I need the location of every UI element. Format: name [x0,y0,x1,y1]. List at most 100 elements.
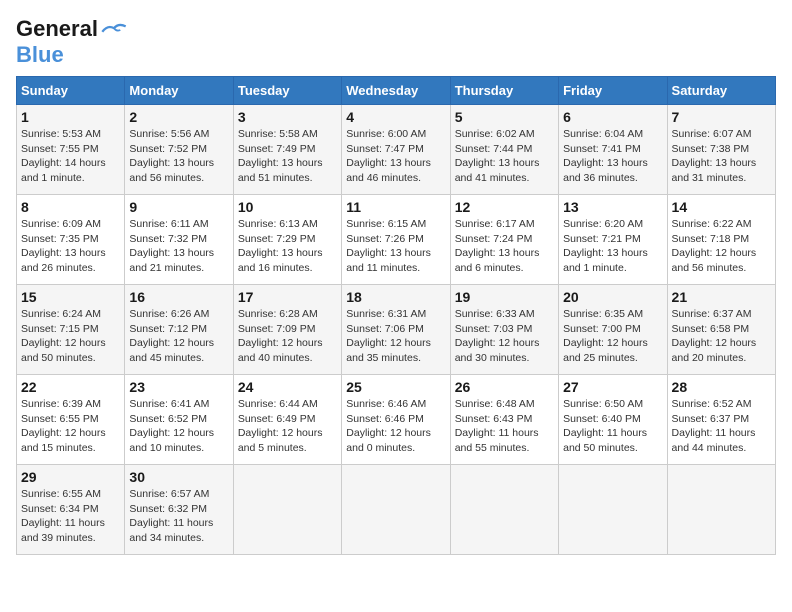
calendar-cell: 17 Sunrise: 6:28 AMSunset: 7:09 PMDayligh… [233,285,341,375]
day-info: Sunrise: 6:13 AMSunset: 7:29 PMDaylight:… [238,217,337,276]
calendar-cell [559,465,667,555]
day-number: 24 [238,379,337,395]
day-number: 22 [21,379,120,395]
day-info: Sunrise: 6:35 AMSunset: 7:00 PMDaylight:… [563,307,662,366]
day-number: 6 [563,109,662,125]
calendar-cell: 15 Sunrise: 6:24 AMSunset: 7:15 PMDayligh… [17,285,125,375]
day-info: Sunrise: 6:22 AMSunset: 7:18 PMDaylight:… [672,217,771,276]
day-info: Sunrise: 6:52 AMSunset: 6:37 PMDaylight:… [672,397,771,456]
calendar-week-4: 22 Sunrise: 6:39 AMSunset: 6:55 PMDayligh… [17,375,776,465]
calendar-cell: 30Sunrise: 6:57 AMSunset: 6:32 PMDayligh… [125,465,233,555]
day-number: 25 [346,379,445,395]
calendar-cell: 25 Sunrise: 6:46 AMSunset: 6:46 PMDayligh… [342,375,450,465]
day-info: Sunrise: 5:53 AMSunset: 7:55 PMDaylight:… [21,127,120,186]
day-info: Sunrise: 6:07 AMSunset: 7:38 PMDaylight:… [672,127,771,186]
calendar-cell: 11 Sunrise: 6:15 AMSunset: 7:26 PMDayligh… [342,195,450,285]
calendar-week-2: 8 Sunrise: 6:09 AMSunset: 7:35 PMDaylight… [17,195,776,285]
calendar-week-1: 1 Sunrise: 5:53 AMSunset: 7:55 PMDaylight… [17,105,776,195]
day-number: 5 [455,109,554,125]
header-wednesday: Wednesday [342,77,450,105]
calendar-cell: 12 Sunrise: 6:17 AMSunset: 7:24 PMDayligh… [450,195,558,285]
header-tuesday: Tuesday [233,77,341,105]
calendar-cell: 4 Sunrise: 6:00 AMSunset: 7:47 PMDaylight… [342,105,450,195]
day-number: 4 [346,109,445,125]
day-number: 10 [238,199,337,215]
calendar-cell [450,465,558,555]
day-number: 7 [672,109,771,125]
calendar-header-row: SundayMondayTuesdayWednesdayThursdayFrid… [17,77,776,105]
header-sunday: Sunday [17,77,125,105]
day-number: 16 [129,289,228,305]
day-number: 1 [21,109,120,125]
calendar-cell: 1 Sunrise: 5:53 AMSunset: 7:55 PMDaylight… [17,105,125,195]
day-number: 27 [563,379,662,395]
day-info: Sunrise: 5:58 AMSunset: 7:49 PMDaylight:… [238,127,337,186]
logo-blue: Blue [16,42,64,67]
day-number: 28 [672,379,771,395]
calendar-cell [342,465,450,555]
day-info: Sunrise: 6:46 AMSunset: 6:46 PMDaylight:… [346,397,445,456]
calendar-cell [667,465,775,555]
day-info: Sunrise: 5:56 AMSunset: 7:52 PMDaylight:… [129,127,228,186]
calendar-cell: 18 Sunrise: 6:31 AMSunset: 7:06 PMDayligh… [342,285,450,375]
calendar-cell: 14 Sunrise: 6:22 AMSunset: 7:18 PMDayligh… [667,195,775,285]
calendar-cell: 19Sunrise: 6:33 AMSunset: 7:03 PMDayligh… [450,285,558,375]
calendar-cell: 3 Sunrise: 5:58 AMSunset: 7:49 PMDaylight… [233,105,341,195]
day-info: Sunrise: 6:11 AMSunset: 7:32 PMDaylight:… [129,217,228,276]
header-monday: Monday [125,77,233,105]
day-info: Sunrise: 6:28 AMSunset: 7:09 PMDaylight:… [238,307,337,366]
calendar-cell: 24 Sunrise: 6:44 AMSunset: 6:49 PMDayligh… [233,375,341,465]
day-info: Sunrise: 6:39 AMSunset: 6:55 PMDaylight:… [21,397,120,456]
day-info: Sunrise: 6:55 AMSunset: 6:34 PMDaylight:… [21,487,120,546]
day-info: Sunrise: 6:44 AMSunset: 6:49 PMDaylight:… [238,397,337,456]
logo-text: General [16,16,128,42]
calendar-cell: 29 Sunrise: 6:55 AMSunset: 6:34 PMDayligh… [17,465,125,555]
day-number: 26 [455,379,554,395]
day-number: 8 [21,199,120,215]
day-info: Sunrise: 6:09 AMSunset: 7:35 PMDaylight:… [21,217,120,276]
day-number: 9 [129,199,228,215]
day-number: 29 [21,469,120,485]
day-info: Sunrise: 6:31 AMSunset: 7:06 PMDaylight:… [346,307,445,366]
calendar-cell: 26 Sunrise: 6:48 AMSunset: 6:43 PMDayligh… [450,375,558,465]
logo: General Blue [16,16,128,68]
calendar-cell: 10 Sunrise: 6:13 AMSunset: 7:29 PMDayligh… [233,195,341,285]
day-number: 3 [238,109,337,125]
calendar-week-5: 29 Sunrise: 6:55 AMSunset: 6:34 PMDayligh… [17,465,776,555]
calendar-cell: 7 Sunrise: 6:07 AMSunset: 7:38 PMDaylight… [667,105,775,195]
day-number: 21 [672,289,771,305]
calendar-cell: 13Sunrise: 6:20 AMSunset: 7:21 PMDayligh… [559,195,667,285]
day-info: Sunrise: 6:48 AMSunset: 6:43 PMDaylight:… [455,397,554,456]
day-number: 11 [346,199,445,215]
day-number: 15 [21,289,120,305]
day-number: 23 [129,379,228,395]
day-info: Sunrise: 6:15 AMSunset: 7:26 PMDaylight:… [346,217,445,276]
header-friday: Friday [559,77,667,105]
day-info: Sunrise: 6:02 AMSunset: 7:44 PMDaylight:… [455,127,554,186]
day-number: 18 [346,289,445,305]
day-info: Sunrise: 6:17 AMSunset: 7:24 PMDaylight:… [455,217,554,276]
day-number: 2 [129,109,228,125]
day-number: 12 [455,199,554,215]
day-info: Sunrise: 6:50 AMSunset: 6:40 PMDaylight:… [563,397,662,456]
calendar-cell: 9 Sunrise: 6:11 AMSunset: 7:32 PMDaylight… [125,195,233,285]
calendar-cell: 22 Sunrise: 6:39 AMSunset: 6:55 PMDayligh… [17,375,125,465]
day-info: Sunrise: 6:37 AMSunset: 6:58 PMDaylight:… [672,307,771,366]
day-info: Sunrise: 6:04 AMSunset: 7:41 PMDaylight:… [563,127,662,186]
calendar-cell: 23Sunrise: 6:41 AMSunset: 6:52 PMDayligh… [125,375,233,465]
day-number: 30 [129,469,228,485]
calendar-table: SundayMondayTuesdayWednesdayThursdayFrid… [16,76,776,555]
day-number: 20 [563,289,662,305]
day-number: 14 [672,199,771,215]
day-info: Sunrise: 6:24 AMSunset: 7:15 PMDaylight:… [21,307,120,366]
calendar-week-3: 15 Sunrise: 6:24 AMSunset: 7:15 PMDayligh… [17,285,776,375]
calendar-cell: 2 Sunrise: 5:56 AMSunset: 7:52 PMDaylight… [125,105,233,195]
calendar-cell: 28 Sunrise: 6:52 AMSunset: 6:37 PMDayligh… [667,375,775,465]
header-thursday: Thursday [450,77,558,105]
calendar-cell: 6 Sunrise: 6:04 AMSunset: 7:41 PMDaylight… [559,105,667,195]
day-info: Sunrise: 6:00 AMSunset: 7:47 PMDaylight:… [346,127,445,186]
calendar-cell: 21 Sunrise: 6:37 AMSunset: 6:58 PMDayligh… [667,285,775,375]
calendar-cell: 20 Sunrise: 6:35 AMSunset: 7:00 PMDayligh… [559,285,667,375]
calendar-cell: 16Sunrise: 6:26 AMSunset: 7:12 PMDayligh… [125,285,233,375]
day-number: 17 [238,289,337,305]
